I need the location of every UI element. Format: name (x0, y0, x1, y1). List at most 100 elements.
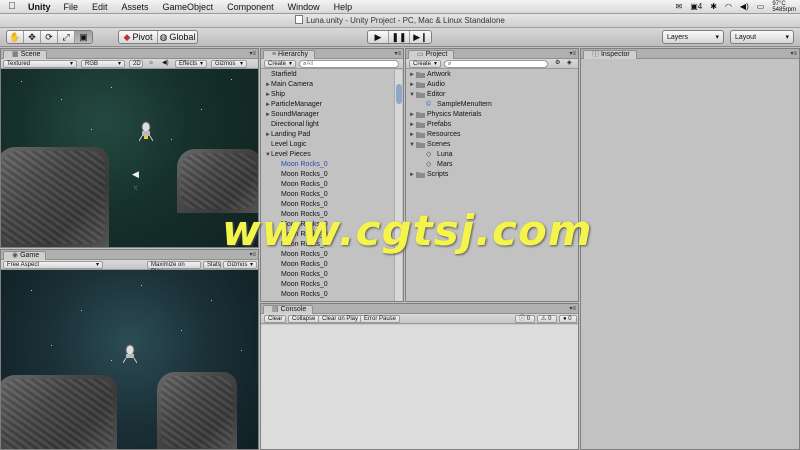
hierarchy-scrollbar[interactable] (394, 70, 402, 301)
hierarchy-item[interactable]: Moon Rocks_0 (261, 160, 395, 170)
collapsed-arrow-icon[interactable]: ► (409, 130, 415, 140)
clear-on-play-button[interactable]: Clear on Play (318, 315, 363, 323)
render-mode-dropdown[interactable]: RGB ▾ (81, 60, 125, 68)
collapsed-arrow-icon[interactable]: ► (409, 110, 415, 120)
menu-window[interactable]: Window (281, 2, 327, 12)
rotate-tool-icon[interactable]: ⟳ (41, 31, 58, 43)
panel-menu-icon[interactable]: ▾≡ (790, 50, 797, 57)
light-icon[interactable]: ☼ (145, 60, 157, 68)
hierarchy-search-input[interactable]: ⌕All (299, 60, 399, 68)
hierarchy-item[interactable]: Starfield (261, 70, 395, 80)
tab-inspector[interactable]: ⓘ Inspector (583, 50, 637, 59)
effects-dropdown[interactable]: Effects ▾ (175, 60, 207, 68)
collapsed-arrow-icon[interactable]: ► (409, 70, 415, 80)
clear-button[interactable]: Clear (264, 315, 287, 323)
hierarchy-item[interactable]: ► SoundManager (261, 110, 395, 120)
project-item[interactable]: ◇ Luna (406, 150, 578, 160)
project-item[interactable]: ► Audio (406, 80, 578, 90)
collapse-button[interactable]: Collapse (288, 315, 320, 323)
move-tool-icon[interactable]: ✥ (24, 31, 41, 43)
shading-mode-dropdown[interactable]: Textured ▾ (3, 60, 77, 68)
project-item[interactable]: © SampleMenuItem (406, 100, 578, 110)
project-item[interactable]: ► Prefabs (406, 120, 578, 130)
tab-scene[interactable]: ▦ Scene (3, 50, 48, 59)
menu-file[interactable]: File (57, 2, 86, 12)
layout-dropdown[interactable]: Layout ▾ (730, 30, 794, 44)
maximize-on-play-toggle[interactable]: Maximize on Play (147, 261, 201, 275)
pause-icon[interactable]: ❚❚ (389, 31, 410, 43)
aspect-dropdown[interactable]: Free Aspect ▾ (3, 261, 103, 269)
project-item[interactable]: ▼ Scenes (406, 140, 578, 150)
hierarchy-item[interactable]: Moon Rocks_0 (261, 290, 395, 300)
game-gizmos-dropdown[interactable]: Gizmos ▾ (223, 261, 257, 269)
error-count-toggle[interactable]: ● 0 (559, 315, 577, 323)
hierarchy-item[interactable]: Moon Rocks_0 (261, 260, 395, 270)
scale-tool-icon[interactable]: ⤢ (58, 31, 75, 43)
menu-assets[interactable]: Assets (115, 2, 156, 12)
hand-tool-icon[interactable]: ✋ (7, 31, 24, 43)
collapsed-arrow-icon[interactable]: ► (409, 120, 415, 130)
panel-menu-icon[interactable]: ▾≡ (569, 305, 576, 312)
project-item[interactable]: ► Artwork (406, 70, 578, 80)
menu-help[interactable]: Help (327, 2, 360, 12)
badge-icon[interactable]: ▣4 (690, 2, 702, 11)
panel-menu-icon[interactable]: ▾≡ (249, 50, 256, 57)
layers-dropdown[interactable]: Layers ▾ (662, 30, 724, 44)
wifi-icon[interactable]: ◠ (725, 2, 732, 11)
console-log-area[interactable] (261, 325, 578, 449)
expanded-arrow-icon[interactable]: ▼ (409, 90, 415, 100)
mail-icon[interactable]: ✉ (676, 2, 683, 11)
hierarchy-item[interactable]: ► Ship (261, 90, 395, 100)
project-search-input[interactable]: ⌕ (444, 60, 548, 68)
project-item[interactable]: ► Resources (406, 130, 578, 140)
project-item[interactable]: ► Scripts (406, 170, 578, 180)
hierarchy-item[interactable]: ► ParticleManager (261, 100, 395, 110)
bluetooth-icon[interactable]: ✱ (710, 2, 717, 11)
apple-icon[interactable]:  (0, 1, 24, 12)
project-item[interactable]: ► Physics Materials (406, 110, 578, 120)
app-menu[interactable]: Unity (24, 2, 57, 12)
hierarchy-item[interactable]: Moon Rocks_0 (261, 280, 395, 290)
hierarchy-item[interactable]: Moon Rocks_0 (261, 190, 395, 200)
rect-tool-icon[interactable]: ▣ (75, 31, 92, 43)
hierarchy-item[interactable]: ► Main Camera (261, 80, 395, 90)
panel-menu-icon[interactable]: ▾≡ (394, 50, 401, 57)
particle-gizmo-icon[interactable]: ⁙ (133, 185, 138, 192)
menu-component[interactable]: Component (220, 2, 281, 12)
hierarchy-item[interactable]: Moon Rocks_0 (261, 180, 395, 190)
project-item[interactable]: ▼ Editor (406, 90, 578, 100)
error-pause-button[interactable]: Error Pause (360, 315, 401, 323)
collapsed-arrow-icon[interactable]: ► (409, 80, 415, 90)
hierarchy-create-dropdown[interactable]: Create ▾ (264, 60, 296, 68)
filter-type-icon[interactable]: ⚙ (552, 60, 562, 68)
scroll-thumb[interactable] (396, 84, 402, 104)
stats-toggle[interactable]: Stats (203, 261, 221, 269)
tab-hierarchy[interactable]: ≡ Hierarchy (263, 50, 315, 59)
hierarchy-item[interactable]: Moon Rocks_0 (261, 170, 395, 180)
play-icon[interactable]: ▶ (368, 31, 389, 43)
hierarchy-item[interactable]: ► Landing Pad (261, 130, 395, 140)
ship-sprite[interactable] (138, 121, 154, 143)
volume-icon[interactable]: ◀) (740, 2, 749, 11)
menu-edit[interactable]: Edit (85, 2, 115, 12)
collapsed-arrow-icon[interactable]: ► (409, 170, 415, 180)
global-toggle[interactable]: ◍ Global (158, 31, 197, 43)
warning-count-toggle[interactable]: ⚠ 0 (537, 315, 557, 323)
audio-source-gizmo-icon[interactable]: ◀ (132, 169, 139, 180)
panel-menu-icon[interactable]: ▾≡ (569, 50, 576, 57)
audio-icon[interactable]: ◀) (159, 60, 171, 68)
info-count-toggle[interactable]: ⓘ 0 (515, 315, 535, 323)
expanded-arrow-icon[interactable]: ▼ (409, 140, 415, 150)
pivot-toggle[interactable]: ◆ Pivot (119, 31, 159, 43)
battery-icon[interactable]: ▭ (757, 2, 765, 11)
tab-project[interactable]: ▭ Project (408, 50, 455, 59)
project-item[interactable]: ◇ Mars (406, 160, 578, 170)
game-viewport[interactable] (1, 270, 258, 449)
project-create-dropdown[interactable]: Create ▾ (409, 60, 441, 68)
hierarchy-item[interactable]: ▼ Level Pieces (261, 150, 395, 160)
step-icon[interactable]: ▶❙ (410, 31, 431, 43)
tab-console[interactable]: ▤ Console (263, 305, 314, 314)
mode-2d-toggle[interactable]: 2D (129, 60, 143, 68)
menu-gameobject[interactable]: GameObject (156, 2, 221, 12)
hierarchy-item[interactable]: Directional light (261, 120, 395, 130)
